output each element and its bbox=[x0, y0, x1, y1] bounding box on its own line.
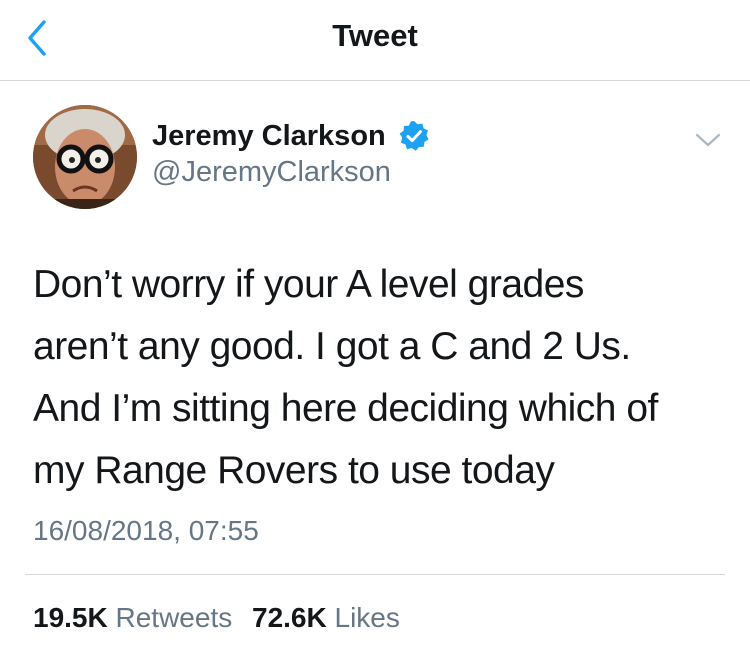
tweet-text: Don’t worry if your A level grades aren’… bbox=[33, 254, 723, 502]
verified-badge-icon bbox=[398, 120, 430, 152]
divider bbox=[25, 574, 725, 575]
retweets-label: Retweets bbox=[115, 602, 233, 633]
profile-photo bbox=[33, 105, 137, 209]
retweets-count: 19.5K bbox=[33, 602, 108, 633]
avatar[interactable] bbox=[33, 105, 137, 209]
author-name[interactable]: Jeremy Clarkson bbox=[152, 120, 386, 153]
author-handle[interactable]: @JeremyClarkson bbox=[152, 156, 391, 189]
likes-label: Likes bbox=[334, 602, 400, 633]
tweet-text-line: Don’t worry if your A level grades bbox=[33, 263, 584, 306]
page-title: Tweet bbox=[332, 18, 418, 53]
likes-stat[interactable]: 72.6K Likes bbox=[252, 602, 400, 633]
tweet-timestamp: 16/08/2018, 07:55 bbox=[33, 515, 259, 546]
tweet-text-line: And I’m sitting here deciding which of bbox=[33, 387, 658, 430]
likes-count: 72.6K bbox=[252, 602, 327, 633]
tweet-menu-button[interactable] bbox=[693, 130, 723, 150]
navigation-bar: Tweet bbox=[0, 0, 750, 81]
tweet-text-line: aren’t any good. I got a C and 2 Us. bbox=[33, 325, 631, 368]
retweets-stat[interactable]: 19.5K Retweets bbox=[33, 602, 232, 633]
tweet-stats: 19.5K Retweets 72.6K Likes bbox=[33, 602, 400, 634]
chevron-down-icon bbox=[695, 133, 721, 147]
tweet-text-line: my Range Rovers to use today bbox=[33, 449, 555, 492]
